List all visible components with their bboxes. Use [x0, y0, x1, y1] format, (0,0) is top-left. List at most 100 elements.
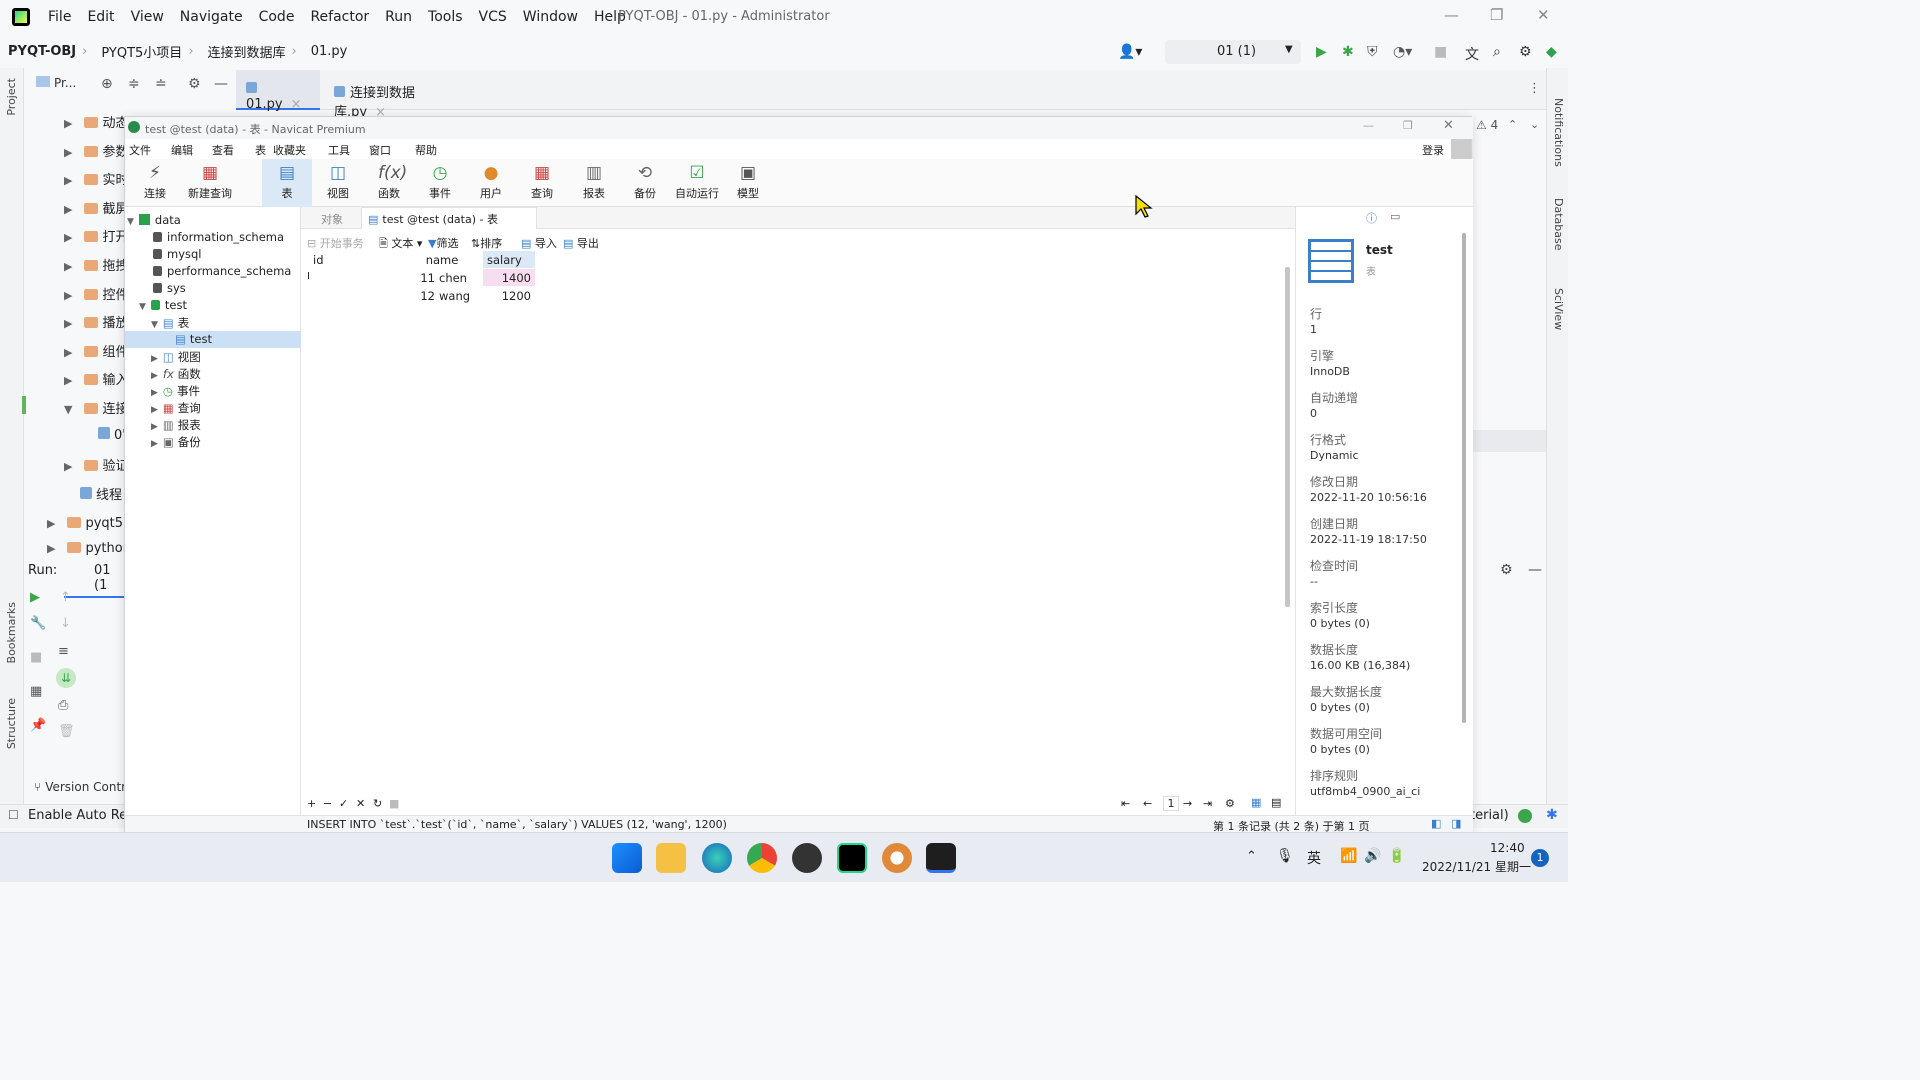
- restore-icon[interactable]: ❐: [1490, 6, 1503, 24]
- breadcrumb-file[interactable]: 01.py: [311, 44, 348, 59]
- nv-menu-help[interactable]: 帮助: [415, 142, 437, 158]
- tb-user[interactable]: ● 用户: [466, 159, 516, 207]
- debug-icon[interactable]: ✱: [1342, 44, 1354, 60]
- add-record-icon[interactable]: +: [307, 797, 316, 810]
- menu-view[interactable]: View: [131, 9, 164, 25]
- tb-event[interactable]: ◷ 事件: [415, 159, 465, 207]
- tree-db[interactable]: information_schema: [153, 230, 284, 244]
- prev-highlight-icon[interactable]: ⌃: [1508, 118, 1517, 131]
- menu-window[interactable]: Window: [523, 9, 578, 25]
- project-item[interactable]: ▶ pyqt5的: [47, 512, 136, 531]
- delete-record-icon[interactable]: −: [323, 797, 332, 810]
- ai-assistant-icon[interactable]: ✱: [1546, 807, 1558, 823]
- trash-icon[interactable]: 🗑: [58, 724, 75, 739]
- form-view-icon[interactable]: ▤: [1271, 796, 1281, 809]
- project-item[interactable]: ▶ 截屏: [64, 198, 128, 217]
- nv-minimize-icon[interactable]: —: [1363, 119, 1374, 132]
- app-icon[interactable]: [792, 843, 822, 873]
- nv-menu-window[interactable]: 窗口: [369, 142, 391, 158]
- close-tab-icon[interactable]: ×: [291, 97, 302, 112]
- soft-wrap-icon[interactable]: ≡: [58, 644, 69, 659]
- file-explorer-icon[interactable]: [656, 843, 686, 873]
- interpreter-status[interactable]: terial): [1470, 808, 1509, 823]
- edge-browser-icon[interactable]: [702, 843, 732, 873]
- tree-db[interactable]: mysql: [153, 247, 202, 261]
- tb-view[interactable]: ◫ 视图: [313, 159, 363, 207]
- project-file-item[interactable]: 0': [98, 427, 126, 443]
- microphone-icon[interactable]: 🎙: [1276, 848, 1294, 864]
- tb-backup[interactable]: ⟲ 备份: [620, 159, 670, 207]
- tree-events[interactable]: ▶ ◷ 事件: [151, 383, 200, 399]
- start-windows-icon[interactable]: [612, 843, 642, 873]
- run-icon[interactable]: ▶: [1316, 44, 1327, 60]
- tree-queries[interactable]: ▶ ▦ 查询: [151, 400, 201, 416]
- tb-report[interactable]: ▥ 报表: [569, 159, 619, 207]
- bookmarks-tool-label[interactable]: Bookmarks: [5, 602, 18, 663]
- panel-settings-icon[interactable]: ⚙: [188, 76, 201, 92]
- down-arrow-icon[interactable]: ↓: [60, 616, 71, 631]
- tree-functions[interactable]: ▶ fx 函数: [151, 366, 201, 382]
- breadcrumb-folder[interactable]: PYQT5小项目: [101, 42, 182, 61]
- project-item[interactable]: ▶ 播放.: [64, 312, 133, 331]
- project-item[interactable]: ▶ 实时.: [64, 169, 133, 188]
- tb-new-query[interactable]: ▦ 新建查询: [184, 159, 236, 207]
- close-icon[interactable]: ✕: [1537, 6, 1550, 24]
- cell-name[interactable]: chen: [439, 269, 483, 286]
- auto-rescan-checkbox-icon[interactable]: ☐: [8, 808, 19, 822]
- nv-menu-favorites[interactable]: 收藏夹: [273, 142, 306, 158]
- nv-menu-file[interactable]: 文件: [129, 142, 151, 158]
- breadcrumb-project[interactable]: PYQT-OBJ: [8, 44, 76, 59]
- version-control-tab[interactable]: ⑂ Version Contro: [34, 780, 133, 794]
- pin-icon[interactable]: 📌: [30, 718, 46, 733]
- tab-01-py[interactable]: 01.py ×: [236, 70, 320, 112]
- begin-transaction-button[interactable]: ⊟ 开始事务: [307, 235, 364, 251]
- warnings-indicator[interactable]: ⚠ 4: [1476, 118, 1498, 132]
- stop-icon[interactable]: ■: [30, 650, 42, 665]
- grid-view-icon[interactable]: ▦: [1251, 796, 1261, 809]
- hide-panel-icon[interactable]: —: [214, 76, 228, 92]
- menu-file[interactable]: File: [48, 9, 71, 25]
- info-scrollbar[interactable]: [1462, 233, 1466, 723]
- menu-run[interactable]: Run: [385, 9, 412, 25]
- cell-name[interactable]: wang: [439, 287, 483, 304]
- locate-icon[interactable]: ⊕: [101, 76, 113, 92]
- tb-model[interactable]: ▣ 模型: [723, 159, 773, 207]
- refresh-icon[interactable]: ↻: [373, 797, 382, 810]
- info-icon[interactable]: ⓘ: [1366, 210, 1377, 226]
- prev-page-icon[interactable]: ←: [1143, 797, 1152, 810]
- cell-id[interactable]: 12: [315, 287, 439, 304]
- tree-connection[interactable]: ▼ data: [127, 213, 181, 227]
- terminal-icon[interactable]: [926, 843, 956, 873]
- panel-gear-icon[interactable]: ⚙: [1500, 562, 1513, 578]
- cell-id[interactable]: 11: [315, 269, 439, 286]
- coverage-icon[interactable]: ⛨: [1367, 44, 1378, 60]
- nv-menu-edit[interactable]: 编辑: [171, 142, 193, 158]
- up-arrow-icon[interactable]: ↑: [60, 590, 71, 605]
- stop-icon[interactable]: ■: [1434, 44, 1447, 60]
- nv-restore-icon[interactable]: ❐: [1403, 119, 1413, 132]
- nv-menu-tools[interactable]: 工具: [328, 142, 350, 158]
- tb-function[interactable]: f(x) 函数: [364, 159, 414, 207]
- menu-code[interactable]: Code: [259, 9, 295, 25]
- nv-menu-view[interactable]: 查看: [212, 142, 234, 158]
- layout-icon[interactable]: ▦: [30, 684, 42, 699]
- run-config-selector[interactable]: 01 (1) ▼: [1165, 40, 1301, 64]
- tree-backups[interactable]: ▶ ▣ 备份: [151, 434, 201, 450]
- project-tool-label[interactable]: Project: [5, 78, 18, 116]
- run-tab[interactable]: 01 (1: [64, 563, 126, 598]
- minimize-icon[interactable]: —: [1444, 6, 1459, 24]
- grid-scrollbar[interactable]: [1285, 267, 1290, 607]
- toggle-right-panel-icon[interactable]: ◨: [1451, 817, 1461, 830]
- toggle-left-panel-icon[interactable]: ◧: [1431, 817, 1441, 830]
- wifi-icon[interactable]: 📶: [1340, 848, 1357, 864]
- ime-indicator[interactable]: 英: [1307, 848, 1321, 868]
- discard-icon[interactable]: ✕: [356, 797, 365, 810]
- menu-navigate[interactable]: Navigate: [180, 9, 243, 25]
- settings-gear-icon[interactable]: ⚙: [1519, 44, 1532, 60]
- battery-icon[interactable]: 🔋: [1388, 848, 1405, 864]
- tree-reports[interactable]: ▶ ▥ 报表: [151, 417, 201, 433]
- expand-all-icon[interactable]: ≑: [128, 76, 140, 92]
- tab-table-data[interactable]: ▤ test @test (data) - 表: [361, 207, 537, 229]
- nv-menu-table[interactable]: 表: [255, 142, 266, 158]
- tree-table-test[interactable]: ▤ test: [175, 332, 212, 346]
